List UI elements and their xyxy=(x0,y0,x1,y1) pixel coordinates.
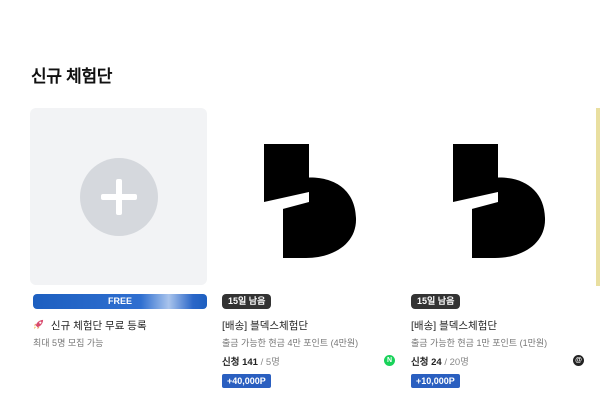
card-subtitle: 출금 가능한 현금 4만 포인트 (4만원) xyxy=(222,338,359,348)
card-title[interactable]: [배송] 블덱스체험단 xyxy=(222,318,308,333)
free-badge: FREE xyxy=(33,294,207,309)
brand-logo-icon xyxy=(453,144,546,258)
section-title: 신규 체험단 xyxy=(31,67,113,86)
campaign-card[interactable]: 15일 남음 [배송] 블덱스체험단 출금 가능한 현금 1만 포인트 (1만원… xyxy=(410,108,587,388)
plus-icon xyxy=(80,158,158,236)
point-badge: +40,000P xyxy=(222,374,271,388)
days-left-badge: 15일 남음 xyxy=(411,294,461,309)
card-title[interactable]: 신규 체험단 무료 등록 xyxy=(33,318,147,333)
add-campaign-thumbnail[interactable] xyxy=(30,108,207,285)
campaign-thumbnail[interactable] xyxy=(221,108,398,285)
next-card-edge xyxy=(596,108,600,286)
applicant-label: 신청 141 xyxy=(222,357,258,368)
card-subtitle: 최대 5명 모집 가능 xyxy=(33,338,104,348)
applicant-label: 신청 24 xyxy=(411,357,442,368)
campaign-card[interactable]: 15일 남음 [배송] 블덱스체험단 출금 가능한 현금 4만 포인트 (4만원… xyxy=(221,108,398,388)
card-title-text: 신규 체험단 무료 등록 xyxy=(50,320,147,332)
days-left-badge: 15일 남음 xyxy=(222,294,272,309)
applicant-count: 신청 141 / 5명 xyxy=(222,354,280,368)
new-campaign-card[interactable]: FREE 신규 체험단 무료 등록 최대 5명 모집 가능 xyxy=(30,108,207,348)
recruit-total: / 5명 xyxy=(257,357,280,368)
brand-logo-icon xyxy=(264,144,357,258)
campaign-thumbnail[interactable] xyxy=(410,108,587,285)
rocket-icon xyxy=(33,319,47,332)
threads-icon: @ xyxy=(573,355,584,366)
naver-blog-icon: N xyxy=(384,355,395,366)
applicant-count: 신청 24 / 20명 xyxy=(411,354,469,368)
card-title[interactable]: [배송] 블덱스체험단 xyxy=(411,318,497,333)
recruit-total: / 20명 xyxy=(441,357,469,368)
point-badge: +10,000P xyxy=(411,374,460,388)
card-subtitle: 출금 가능한 현금 1만 포인트 (1만원) xyxy=(411,338,548,348)
